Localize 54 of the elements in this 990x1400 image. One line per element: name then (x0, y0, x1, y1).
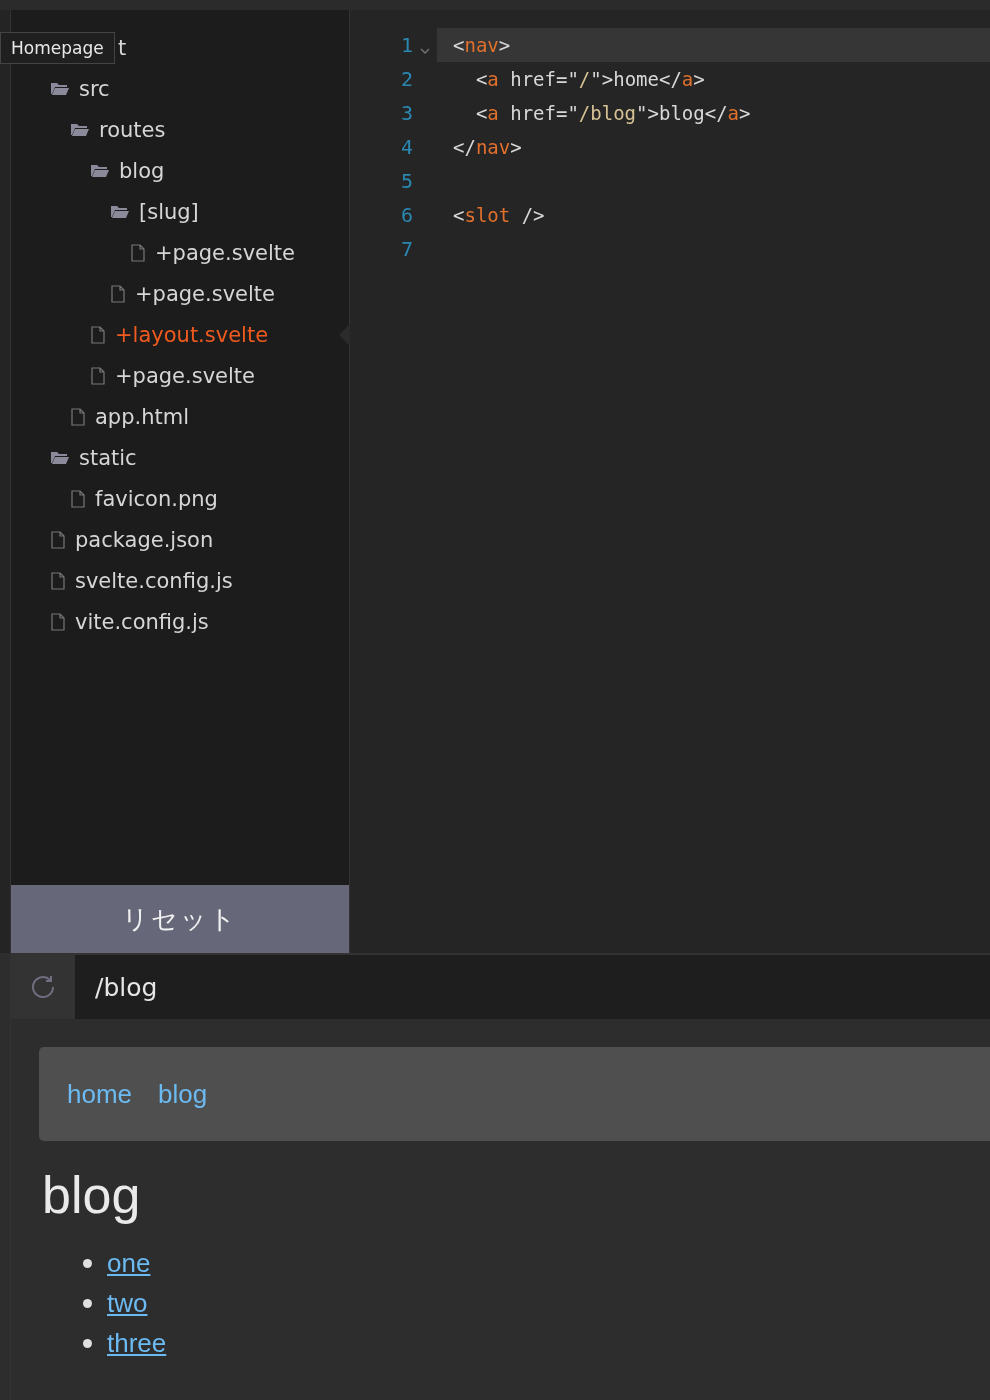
line-number: 3 (399, 101, 413, 125)
tree-item[interactable]: vite.config.js (75, 609, 209, 634)
bullet-icon (83, 1258, 92, 1268)
tree-item[interactable]: blog (119, 158, 165, 183)
folder-icon (51, 451, 69, 464)
url-field[interactable]: /blog (75, 955, 990, 1019)
tree-item[interactable]: src (79, 76, 110, 101)
file-icon (91, 366, 105, 385)
file-icon (51, 571, 65, 590)
tree-item[interactable]: t (118, 35, 127, 60)
file-icon (71, 489, 85, 508)
line-number: 2 (399, 67, 413, 91)
nav-link[interactable]: blog (158, 1078, 208, 1110)
folder-icon (71, 123, 89, 136)
file-icon (111, 284, 125, 303)
code-line: </nav> (453, 136, 522, 158)
tree-item[interactable]: +page.svelte (155, 240, 295, 265)
line-number: 6 (399, 203, 413, 227)
fold-chevron-icon[interactable] (420, 48, 430, 55)
bullet-icon (83, 1338, 92, 1348)
tree-item[interactable]: app.html (95, 404, 190, 429)
line-number: 5 (399, 169, 413, 193)
file-icon (51, 530, 65, 549)
tree-item[interactable]: +layout.svelte (115, 322, 269, 347)
file-icon (71, 407, 85, 426)
post-link[interactable]: three (107, 1327, 167, 1359)
folder-icon (111, 205, 129, 218)
nav-link[interactable]: home (67, 1078, 133, 1110)
code-line: <a href="/">home</a> (474, 68, 705, 90)
tree-item[interactable]: [slug] (139, 199, 199, 224)
file-icon (131, 243, 145, 262)
tree-item[interactable]: svelte.config.js (75, 568, 233, 593)
tree-item[interactable]: routes (99, 117, 166, 142)
tree-item[interactable]: static (79, 445, 137, 470)
code-line: <a href="/blog">blog</a> (474, 102, 751, 124)
line-number: 7 (399, 237, 413, 261)
folder-icon (91, 164, 109, 177)
tooltip: Homepage (0, 32, 115, 64)
tree-item[interactable]: +page.svelte (135, 281, 275, 306)
folder-icon (51, 82, 69, 95)
tree-item[interactable]: favicon.png (95, 486, 218, 511)
post-link[interactable]: one (107, 1247, 151, 1279)
bullet-icon (83, 1298, 92, 1308)
file-icon (91, 325, 105, 344)
post-link[interactable]: two (107, 1287, 148, 1319)
code-line: <slot /> (453, 204, 545, 226)
file-icon (51, 612, 65, 631)
tree-item[interactable]: package.json (75, 527, 214, 552)
line-number: 1 (399, 33, 413, 57)
tree-item[interactable]: +page.svelte (115, 363, 255, 388)
refresh-button[interactable] (10, 955, 75, 1019)
code-line: <nav> (453, 34, 511, 56)
reset-button[interactable]: リセット (11, 885, 349, 953)
line-number: 4 (399, 135, 413, 159)
